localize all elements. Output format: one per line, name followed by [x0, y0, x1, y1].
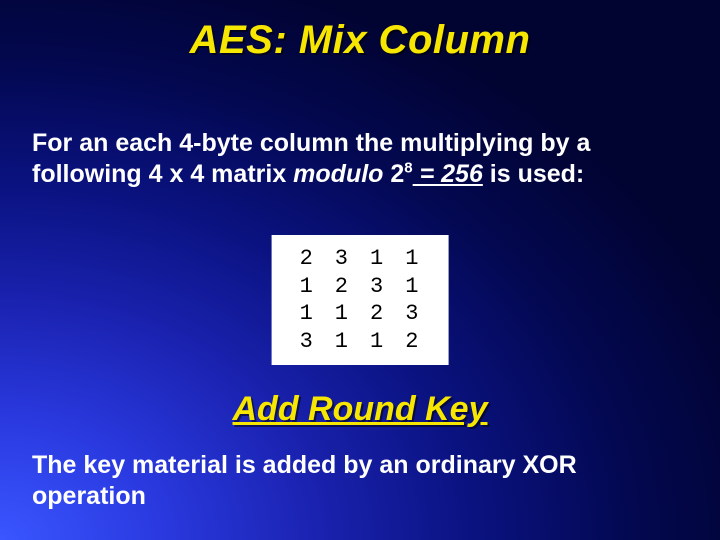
para1-text-d: is used:: [483, 160, 584, 188]
matrix-cell: 1: [360, 328, 395, 356]
matrix-box: 2 3 1 1 1 2 3 1 1 1 2 3 3 1 1 2: [272, 235, 449, 365]
paragraph-1: For an each 4-byte column the multiplyin…: [32, 128, 680, 191]
slide: AES: Mix Column For an each 4-byte colum…: [0, 0, 720, 540]
para1-text-b: 2: [383, 160, 404, 188]
matrix-row: 2 3 1 1: [290, 245, 431, 273]
matrix-cell: 1: [325, 328, 360, 356]
paragraph-2: The key material is added by an ordinary…: [32, 450, 680, 513]
matrix-cell: 1: [395, 245, 430, 273]
para1-modulo: modulo: [293, 160, 383, 188]
matrix-cell: 3: [290, 328, 325, 356]
matrix-cell: 1: [325, 300, 360, 328]
matrix-cell: 2: [360, 300, 395, 328]
matrix-cell: 1: [360, 245, 395, 273]
matrix-row: 3 1 1 2: [290, 328, 431, 356]
para1-sup: 8: [404, 160, 412, 177]
slide-title: AES: Mix Column: [0, 18, 720, 63]
para1-text-c: = 256: [413, 160, 483, 188]
matrix-cell: 1: [290, 300, 325, 328]
matrix-cell: 2: [325, 273, 360, 301]
matrix-cell: 1: [290, 273, 325, 301]
matrix-cell: 2: [290, 245, 325, 273]
matrix-row: 1 1 2 3: [290, 300, 431, 328]
matrix-cell: 3: [360, 273, 395, 301]
matrix-cell: 3: [395, 300, 430, 328]
matrix-cell: 1: [395, 273, 430, 301]
matrix-row: 1 2 3 1: [290, 273, 431, 301]
matrix-cell: 3: [325, 245, 360, 273]
matrix-cell: 2: [395, 328, 430, 356]
matrix-table: 2 3 1 1 1 2 3 1 1 1 2 3 3 1 1 2: [290, 245, 431, 355]
slide-subtitle: Add Round Key: [0, 390, 720, 429]
